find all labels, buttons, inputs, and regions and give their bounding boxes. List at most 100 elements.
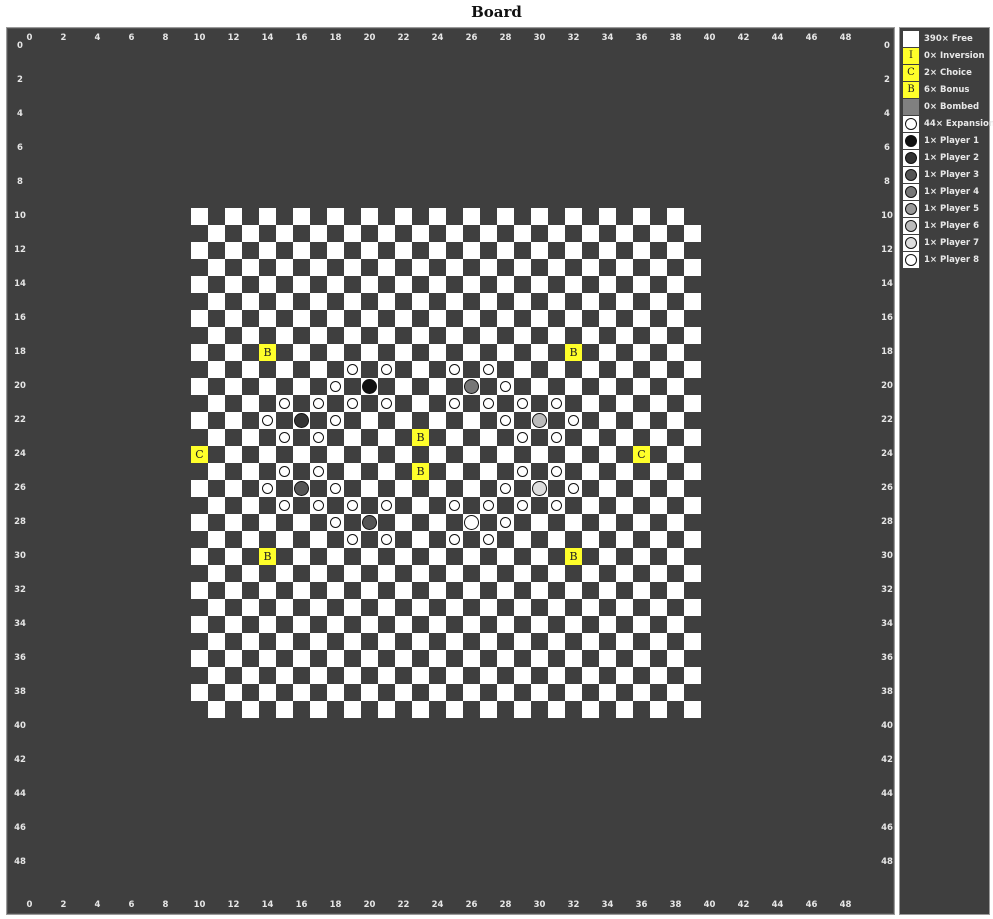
expansion-stone[interactable]	[551, 466, 562, 477]
board-cell[interactable]	[378, 429, 395, 446]
board-cell[interactable]	[242, 565, 259, 582]
board-cell[interactable]	[327, 242, 344, 259]
board-cell[interactable]	[650, 531, 667, 548]
board-cell[interactable]	[633, 242, 650, 259]
board-cell[interactable]	[531, 616, 548, 633]
board-cell[interactable]	[276, 633, 293, 650]
board-cell[interactable]	[463, 582, 480, 599]
board-cell[interactable]	[293, 276, 310, 293]
board-cell[interactable]	[429, 480, 446, 497]
board-cell[interactable]	[276, 565, 293, 582]
board-cell[interactable]	[565, 208, 582, 225]
board-cell[interactable]	[650, 395, 667, 412]
board-cell[interactable]	[616, 667, 633, 684]
board-cell[interactable]	[565, 276, 582, 293]
board-cell[interactable]	[514, 667, 531, 684]
board-cell[interactable]	[599, 514, 616, 531]
board-cell[interactable]	[191, 650, 208, 667]
board-cell[interactable]	[293, 684, 310, 701]
board-cell[interactable]	[344, 565, 361, 582]
board-cell[interactable]	[344, 633, 361, 650]
expansion-stone[interactable]	[517, 466, 528, 477]
board-cell[interactable]	[599, 276, 616, 293]
board-cell[interactable]	[412, 361, 429, 378]
board-cell[interactable]	[463, 446, 480, 463]
board-cell[interactable]	[327, 310, 344, 327]
board-cell[interactable]	[242, 599, 259, 616]
board-cell[interactable]	[565, 684, 582, 701]
board-cell[interactable]	[429, 412, 446, 429]
board-cell[interactable]	[514, 327, 531, 344]
expansion-stone[interactable]	[500, 517, 511, 528]
board-cell[interactable]	[378, 701, 395, 718]
board-cell[interactable]	[378, 463, 395, 480]
board-cell[interactable]	[565, 446, 582, 463]
expansion-stone[interactable]	[517, 500, 528, 511]
board-cell[interactable]	[259, 208, 276, 225]
board-cell[interactable]	[191, 344, 208, 361]
board-cell[interactable]	[191, 684, 208, 701]
board-cell[interactable]	[667, 582, 684, 599]
board-cell[interactable]	[565, 582, 582, 599]
board-cell[interactable]	[191, 514, 208, 531]
board-cell[interactable]	[412, 293, 429, 310]
board-cell[interactable]	[361, 650, 378, 667]
board-cell[interactable]	[633, 344, 650, 361]
board-cell[interactable]	[616, 565, 633, 582]
board-cell[interactable]	[225, 344, 242, 361]
board-cell[interactable]	[599, 344, 616, 361]
expansion-stone[interactable]	[568, 483, 579, 494]
board-cell[interactable]	[344, 293, 361, 310]
bonus-tile[interactable]: B	[259, 344, 276, 361]
board-cell[interactable]	[361, 548, 378, 565]
board-cell[interactable]	[344, 327, 361, 344]
board-cell[interactable]	[361, 310, 378, 327]
board-cell[interactable]	[361, 208, 378, 225]
expansion-stone[interactable]	[568, 415, 579, 426]
board-cell[interactable]	[616, 497, 633, 514]
board-cell[interactable]	[293, 242, 310, 259]
board-cell[interactable]	[582, 327, 599, 344]
board-cell[interactable]	[684, 395, 701, 412]
board-cell[interactable]	[565, 514, 582, 531]
board-cell[interactable]	[497, 684, 514, 701]
game-board[interactable]: B B B B B B C C 0 0 2 2 4 4 6 6 8 8 10 10 12 12 14 14 16 16 18 18 20…	[6, 27, 895, 915]
board-cell[interactable]	[599, 446, 616, 463]
board-cell[interactable]	[514, 293, 531, 310]
board-cell[interactable]	[463, 412, 480, 429]
board-cell[interactable]	[293, 310, 310, 327]
board-cell[interactable]	[293, 650, 310, 667]
board-cell[interactable]	[293, 208, 310, 225]
board-cell[interactable]	[446, 599, 463, 616]
board-cell[interactable]	[548, 531, 565, 548]
board-cell[interactable]	[259, 446, 276, 463]
board-cell[interactable]	[582, 225, 599, 242]
board-cell[interactable]	[395, 616, 412, 633]
board-cell[interactable]	[310, 293, 327, 310]
board-cell[interactable]	[344, 225, 361, 242]
board-cell[interactable]	[650, 327, 667, 344]
board-cell[interactable]	[395, 480, 412, 497]
board-cell[interactable]	[446, 565, 463, 582]
board-cell[interactable]	[599, 684, 616, 701]
board-cell[interactable]	[225, 412, 242, 429]
expansion-stone[interactable]	[279, 432, 290, 443]
board-cell[interactable]	[446, 429, 463, 446]
board-cell[interactable]	[191, 242, 208, 259]
board-cell[interactable]	[429, 208, 446, 225]
board-cell[interactable]	[633, 412, 650, 429]
board-cell[interactable]	[582, 667, 599, 684]
board-cell[interactable]	[361, 480, 378, 497]
board-cell[interactable]	[429, 514, 446, 531]
board-cell[interactable]	[463, 548, 480, 565]
board-cell[interactable]	[480, 463, 497, 480]
board-cell[interactable]	[276, 599, 293, 616]
board-cell[interactable]	[327, 616, 344, 633]
expansion-stone[interactable]	[347, 398, 358, 409]
expansion-stone[interactable]	[279, 500, 290, 511]
bonus-tile[interactable]: B	[259, 548, 276, 565]
board-cell[interactable]	[361, 446, 378, 463]
board-cell[interactable]	[412, 633, 429, 650]
board-cell[interactable]	[446, 701, 463, 718]
board-cell[interactable]	[208, 701, 225, 718]
